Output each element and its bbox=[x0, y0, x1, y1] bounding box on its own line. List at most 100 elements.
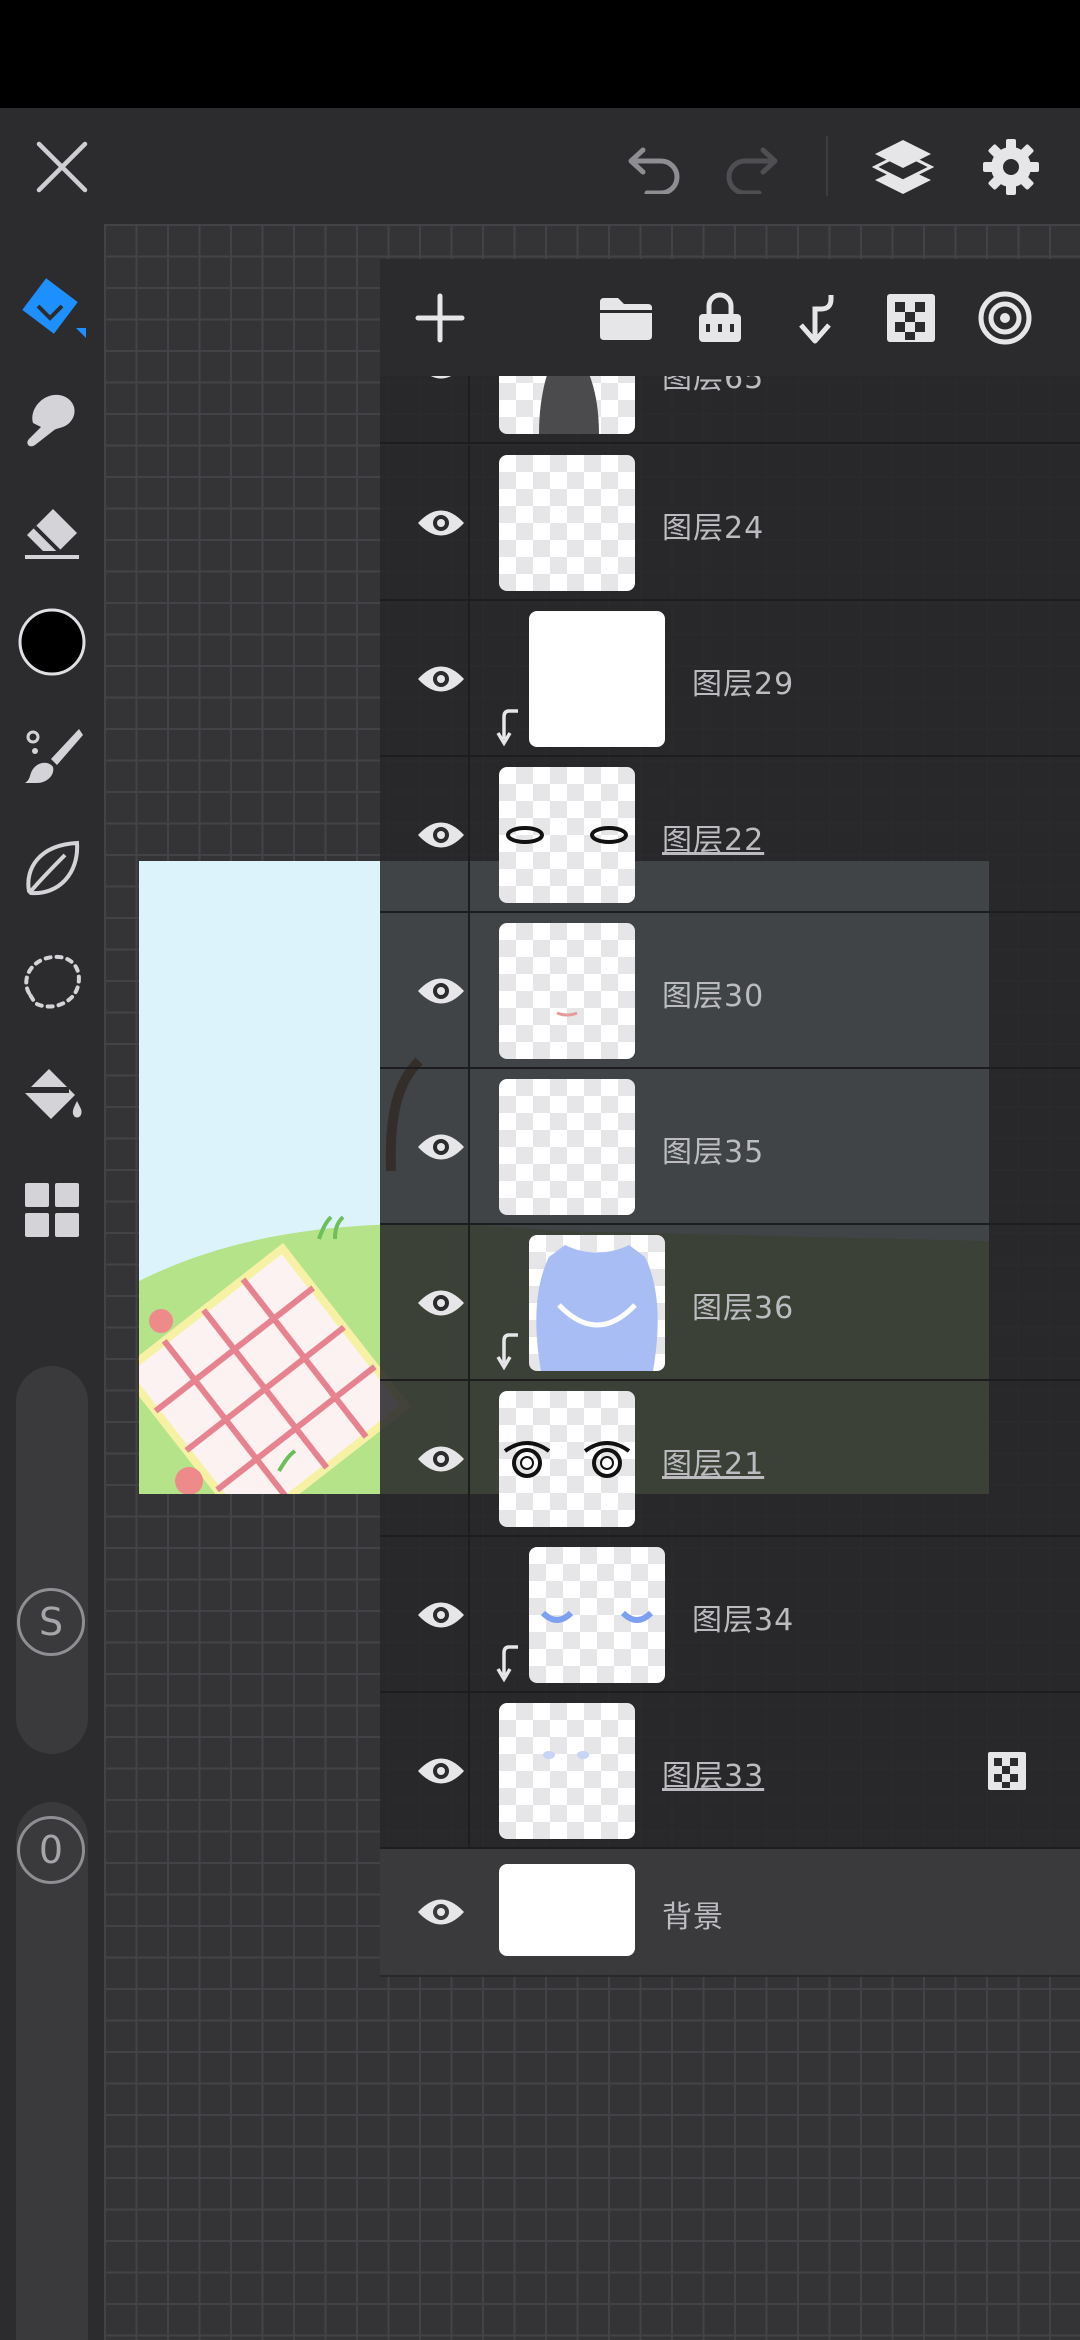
layer-row[interactable]: 图层36 bbox=[380, 1225, 1080, 1381]
drawing-app: S 0 图层65 图层24 图层29 图层22 图层30 图层35 图层36 图… bbox=[0, 0, 1080, 2340]
layer-visibility-toggle[interactable] bbox=[398, 961, 484, 1021]
eye-icon bbox=[418, 1899, 464, 1925]
layers-list: 图层65 图层24 图层29 图层22 图层30 图层35 图层36 图层21 … bbox=[380, 376, 1080, 1977]
pen-tool[interactable] bbox=[12, 264, 92, 344]
settings-button[interactable] bbox=[974, 130, 1048, 204]
redo-icon bbox=[726, 147, 778, 194]
leaf-icon bbox=[26, 840, 80, 896]
lock-icon bbox=[699, 292, 741, 342]
close-button[interactable] bbox=[30, 135, 94, 199]
gallery-tool[interactable] bbox=[12, 1170, 92, 1250]
layer-visibility-toggle[interactable] bbox=[398, 493, 484, 553]
tool-sidebar: S 0 bbox=[0, 224, 104, 2340]
layer-row[interactable]: 图层35 bbox=[380, 1069, 1080, 1225]
layers-icon bbox=[872, 140, 934, 194]
lock-button[interactable] bbox=[685, 283, 755, 353]
folder-icon bbox=[600, 298, 652, 340]
layer-row[interactable]: 图层22 bbox=[380, 757, 1080, 913]
brush-settings-tool[interactable] bbox=[12, 716, 92, 796]
layer-visibility-toggle[interactable] bbox=[398, 1585, 484, 1645]
eye-icon bbox=[418, 822, 464, 848]
status-bar bbox=[0, 0, 1080, 108]
layer-thumbnail bbox=[529, 611, 665, 747]
eye-icon bbox=[418, 666, 464, 692]
layer-visibility-toggle[interactable] bbox=[398, 805, 484, 865]
layer-thumbnail-art bbox=[539, 376, 599, 434]
reference-button[interactable] bbox=[970, 283, 1040, 353]
layer-visibility-toggle[interactable] bbox=[398, 1429, 484, 1489]
layer-thumbnail bbox=[499, 1864, 635, 1956]
merge-down-button[interactable] bbox=[780, 283, 850, 353]
layer-thumbnail-art bbox=[556, 1011, 578, 1017]
undo-icon bbox=[628, 147, 680, 194]
layer-visibility-toggle[interactable] bbox=[398, 1741, 484, 1801]
color-swatch bbox=[18, 608, 86, 676]
brush-size-badge: S bbox=[17, 1588, 85, 1656]
layers-button[interactable] bbox=[866, 130, 940, 204]
fill-tool[interactable] bbox=[12, 1056, 92, 1136]
lasso-icon bbox=[24, 954, 81, 1009]
layer-visibility-toggle[interactable] bbox=[398, 649, 484, 709]
close-icon bbox=[36, 141, 88, 193]
brush-icon bbox=[25, 729, 83, 783]
layer-thumbnail-art bbox=[506, 826, 628, 844]
undo-button[interactable] bbox=[620, 132, 690, 202]
layer-row-background[interactable]: 背景 bbox=[380, 1849, 1080, 1975]
smudge-tool[interactable] bbox=[12, 378, 92, 458]
eye-icon bbox=[418, 1602, 464, 1628]
layer-thumbnail bbox=[499, 767, 635, 903]
brush-opacity-label: 0 bbox=[38, 1828, 64, 1872]
layer-visibility-toggle[interactable] bbox=[398, 1882, 484, 1942]
layer-row[interactable]: 图层65 bbox=[380, 376, 1080, 444]
layer-thumbnail bbox=[499, 1391, 635, 1527]
grid-icon bbox=[25, 1183, 79, 1237]
layer-visibility-toggle[interactable] bbox=[398, 1117, 484, 1177]
layer-name: 图层34 bbox=[692, 1603, 795, 1638]
layer-row[interactable]: 图层21 bbox=[380, 1381, 1080, 1537]
redo-button[interactable] bbox=[716, 132, 786, 202]
layer-row[interactable]: 图层24 bbox=[380, 445, 1080, 601]
eye-icon bbox=[418, 1446, 464, 1472]
layer-name: 图层35 bbox=[662, 1135, 765, 1170]
eye-icon bbox=[418, 1290, 464, 1316]
layer-name: 图层22 bbox=[662, 823, 765, 858]
brush-size-label: S bbox=[38, 1600, 64, 1644]
folder-button[interactable] bbox=[591, 283, 661, 353]
eye-icon bbox=[431, 376, 451, 379]
layer-name: 背景 bbox=[662, 1900, 724, 1935]
checker-icon bbox=[887, 294, 935, 342]
layer-thumbnail-art bbox=[503, 1441, 631, 1478]
layer-thumbnail bbox=[499, 376, 635, 434]
liquify-tool[interactable] bbox=[12, 828, 92, 908]
layer-visibility-toggle[interactable] bbox=[398, 376, 484, 396]
bucket-icon bbox=[21, 1069, 82, 1119]
layer-row[interactable]: 图层33 bbox=[380, 1693, 1080, 1849]
layer-thumbnail bbox=[529, 1547, 665, 1683]
layer-thumbnail bbox=[529, 1235, 665, 1371]
add-layer-button[interactable] bbox=[405, 283, 475, 353]
eraser-tool[interactable] bbox=[12, 492, 92, 572]
layer-thumbnail bbox=[499, 1079, 635, 1215]
layer-row[interactable]: 图层34 bbox=[380, 1537, 1080, 1693]
layer-row[interactable]: 图层29 bbox=[380, 601, 1080, 757]
brush-opacity-badge: 0 bbox=[17, 1816, 85, 1884]
layer-thumbnail-art bbox=[536, 1245, 658, 1371]
checker-icon bbox=[988, 1752, 1026, 1790]
layers-panel: 图层65 图层24 图层29 图层22 图层30 图层35 图层36 图层21 … bbox=[380, 259, 1080, 1977]
layer-thumbnail bbox=[499, 455, 635, 591]
eraser-icon bbox=[25, 509, 79, 559]
layer-name: 图层24 bbox=[662, 511, 765, 546]
layer-visibility-toggle[interactable] bbox=[398, 1273, 484, 1333]
alpha-lock-button[interactable] bbox=[876, 283, 946, 353]
eye-icon bbox=[418, 1758, 464, 1784]
layer-row[interactable]: 图层30 bbox=[380, 913, 1080, 1069]
layer-name: 图层30 bbox=[662, 979, 765, 1014]
layer-thumbnail-art bbox=[543, 1751, 589, 1759]
toolbar-divider bbox=[826, 136, 828, 196]
layers-toolbar bbox=[380, 259, 1080, 376]
brush-size-slider[interactable] bbox=[16, 1366, 88, 1754]
color-tool[interactable] bbox=[12, 602, 92, 682]
clip-arrow-icon bbox=[496, 1333, 518, 1371]
lasso-tool[interactable] bbox=[12, 942, 92, 1022]
eye-icon bbox=[418, 1134, 464, 1160]
